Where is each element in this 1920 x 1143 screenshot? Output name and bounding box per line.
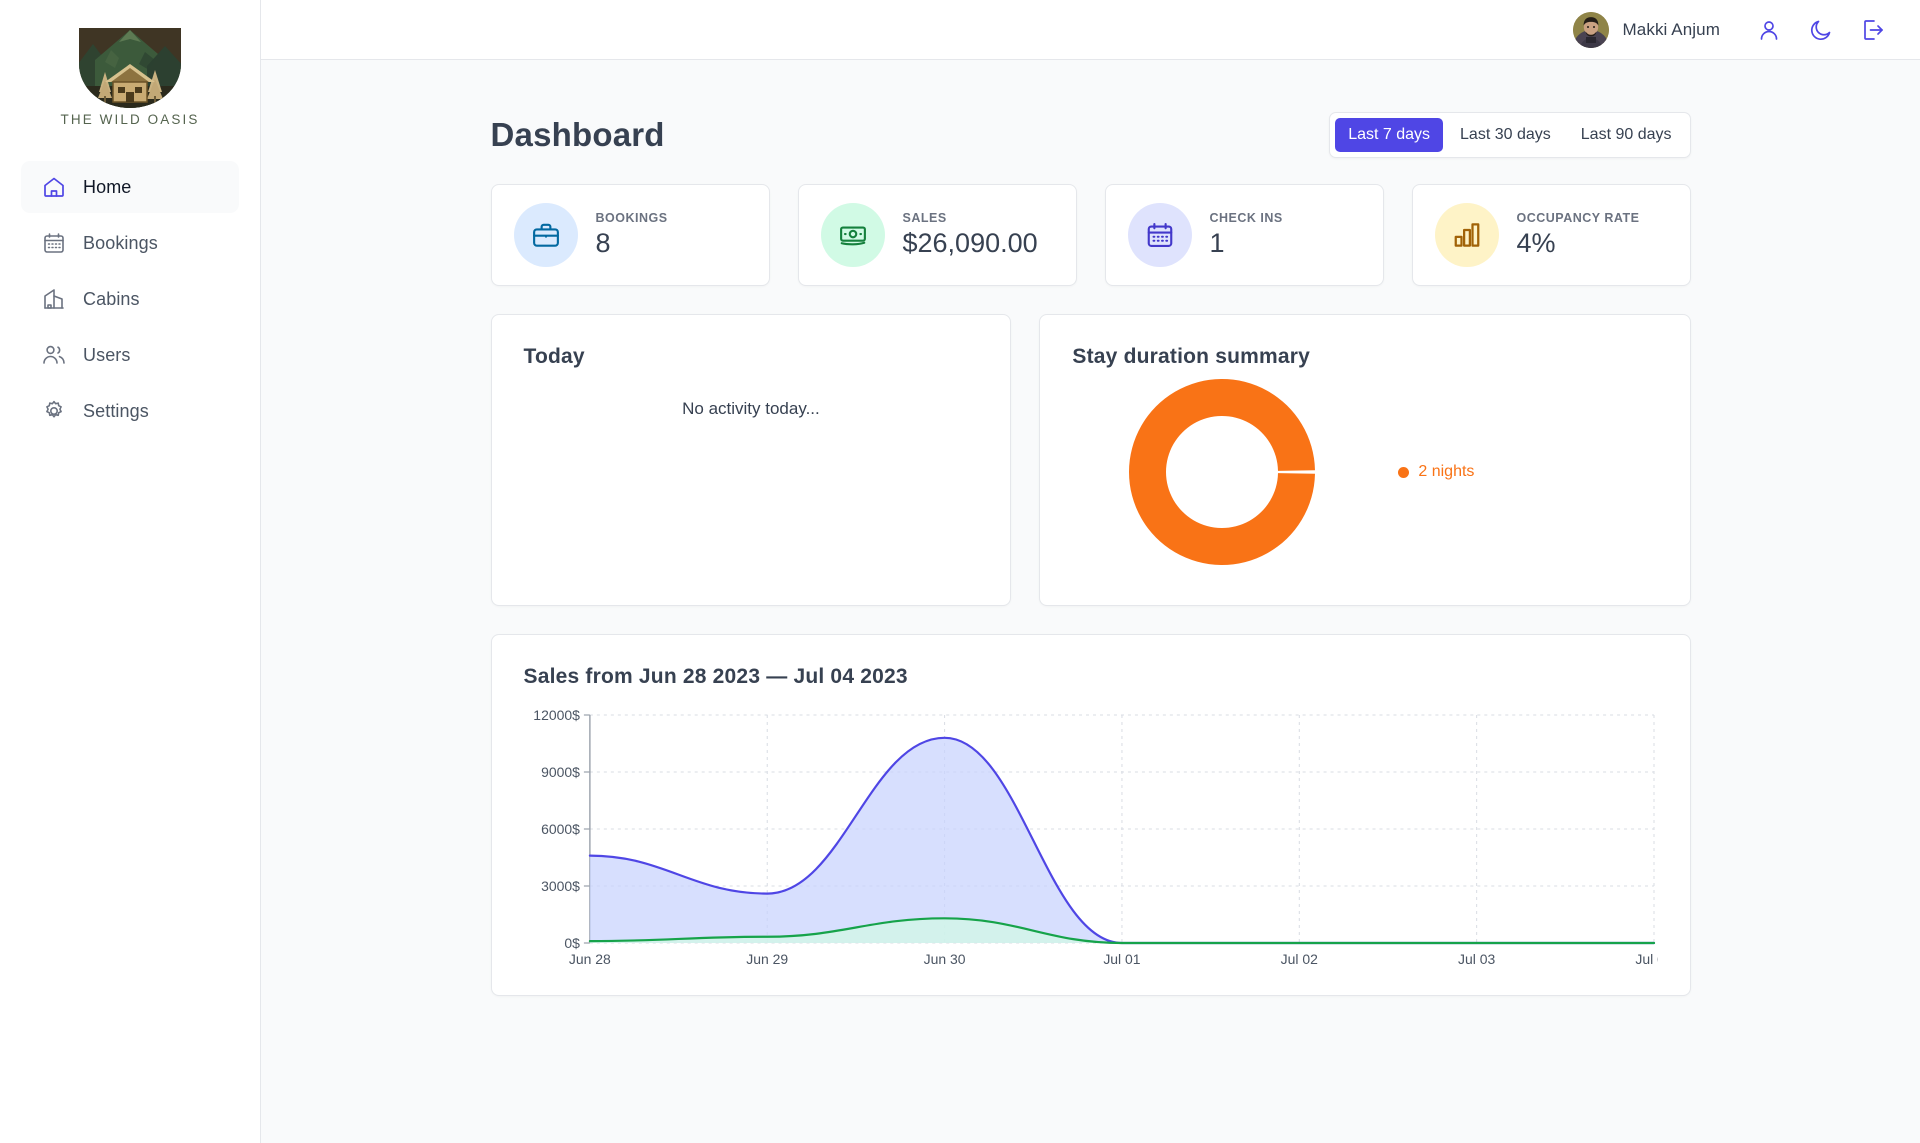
bar-chart-icon [1434,203,1499,267]
filter-last-90-days[interactable]: Last 90 days [1568,118,1685,152]
x-tick-label: Jun 29 [746,951,788,967]
user-profile[interactable]: Makki Anjum [1572,11,1720,48]
stay-duration-donut-chart [1072,372,1372,572]
y-tick-label: 9000$ [541,764,580,780]
today-empty-message: No activity today... [682,399,820,418]
sidebar-item-bookings[interactable]: Bookings [21,217,239,269]
page-header: Dashboard Last 7 days Last 30 days Last … [491,100,1691,158]
sidebar-item-label: Settings [83,400,149,421]
x-tick-label: Jul 01 [1103,951,1140,967]
users-icon [41,342,67,368]
stat-value: 1 [1209,227,1225,258]
mid-row: Today No activity today... Stay duration… [490,314,1691,606]
stat-card-occupancy-rate: OCCUPANCY RATE 4% [1411,184,1691,286]
filter-last-7-days[interactable]: Last 7 days [1335,118,1444,152]
brand-name: THE WILD OASIS [60,112,200,127]
stat-value: 8 [595,227,611,258]
stat-value: 4% [1516,227,1556,258]
sidebar: THE WILD OASIS Home Bookings Cabins User… [0,0,261,1143]
money-icon [820,203,885,267]
stat-label: SALES [902,210,947,225]
y-tick-label: 3000$ [541,878,580,894]
logout-button[interactable] [1856,13,1890,47]
stat-value: $26,090.00 [902,227,1038,258]
sidebar-item-home[interactable]: Home [21,161,239,213]
dashboard-app: THE WILD OASIS Home Bookings Cabins User… [0,0,1920,1143]
sales-chart-card: Sales from Jun 28 2023 — Jul 04 2023 0$ 3… [490,634,1691,996]
moon-icon [1810,20,1831,40]
cabin-icon [41,286,67,312]
x-tick-label: Jun 28 [568,951,610,967]
sidebar-nav: Home Bookings Cabins Users Settings [21,161,239,437]
legend-item: 2 nights [1398,463,1474,481]
briefcase-icon [513,203,578,267]
sidebar-item-cabins[interactable]: Cabins [21,273,239,325]
sidebar-item-label: Users [83,344,131,365]
stat-label: BOOKINGS [595,210,668,225]
sales-chart-svg: 0$ 3000$ 6000$ 9000$ 12000$ Jun 28 Jun 29 Jun 3… [533,707,1658,967]
brand-logo[interactable]: THE WILD OASIS [21,24,239,127]
top-header: Makki Anjum [261,0,1920,60]
stay-duration-card: Stay duration summary 2 nights [1039,314,1691,606]
donut-slice [1129,379,1316,565]
calendar-icon [1127,203,1192,267]
avatar [1572,11,1609,48]
account-button[interactable] [1752,13,1786,47]
stat-label: CHECK INS [1209,210,1283,225]
x-tick-label: Jun 30 [923,951,965,967]
date-range-filter: Last 7 days Last 30 days Last 90 days [1329,112,1691,158]
stat-card-sales: SALES $26,090.00 [797,184,1077,286]
stat-card-bookings: BOOKINGS 8 [490,184,770,286]
cabin-mountains-logo-icon [79,28,181,108]
stat-card-check-ins: CHECK INS 1 [1104,184,1384,286]
y-tick-label: 6000$ [541,821,580,837]
page-title: Dashboard [490,116,665,153]
today-activity-card: Today No activity today... [490,314,1012,606]
user-name: Makki Anjum [1622,19,1720,39]
donut-legend: 2 nights [1372,463,1474,481]
sales-chart-title: Sales from Jun 28 2023 — Jul 04 2023 [523,665,908,688]
calendar-icon [41,230,67,256]
x-tick-label: Jul 03 [1458,951,1495,967]
x-tick-label: Jul 04 [1635,951,1658,967]
sidebar-item-label: Bookings [83,232,158,253]
legend-color-dot [1398,466,1410,478]
x-tick-label: Jul 02 [1280,951,1317,967]
today-title: Today [523,345,585,368]
y-tick-label: 12000$ [533,707,580,723]
user-icon [1760,20,1778,40]
logout-icon [1864,19,1883,40]
filter-last-30-days[interactable]: Last 30 days [1447,118,1564,152]
sidebar-item-settings[interactable]: Settings [21,385,239,437]
sidebar-item-users[interactable]: Users [21,329,239,381]
stay-duration-title: Stay duration summary [1072,345,1310,368]
dark-mode-toggle[interactable] [1804,13,1838,47]
sidebar-item-label: Home [83,176,132,197]
main-content: Dashboard Last 7 days Last 30 days Last … [261,60,1920,1143]
sidebar-item-label: Cabins [83,288,140,309]
gear-icon [41,398,67,424]
home-icon [41,174,67,200]
stat-cards: BOOKINGS 8 SALES $26,090.00 CHECK INS 1 … [490,184,1691,286]
legend-label: 2 nights [1418,463,1475,480]
stat-label: OCCUPANCY RATE [1516,210,1640,225]
y-tick-label: 0$ [564,935,580,951]
sales-area-chart: 0$ 3000$ 6000$ 9000$ 12000$ Jun 28 Jun 29 Jun 3… [524,707,1658,973]
donut-chart-svg [1129,379,1316,565]
